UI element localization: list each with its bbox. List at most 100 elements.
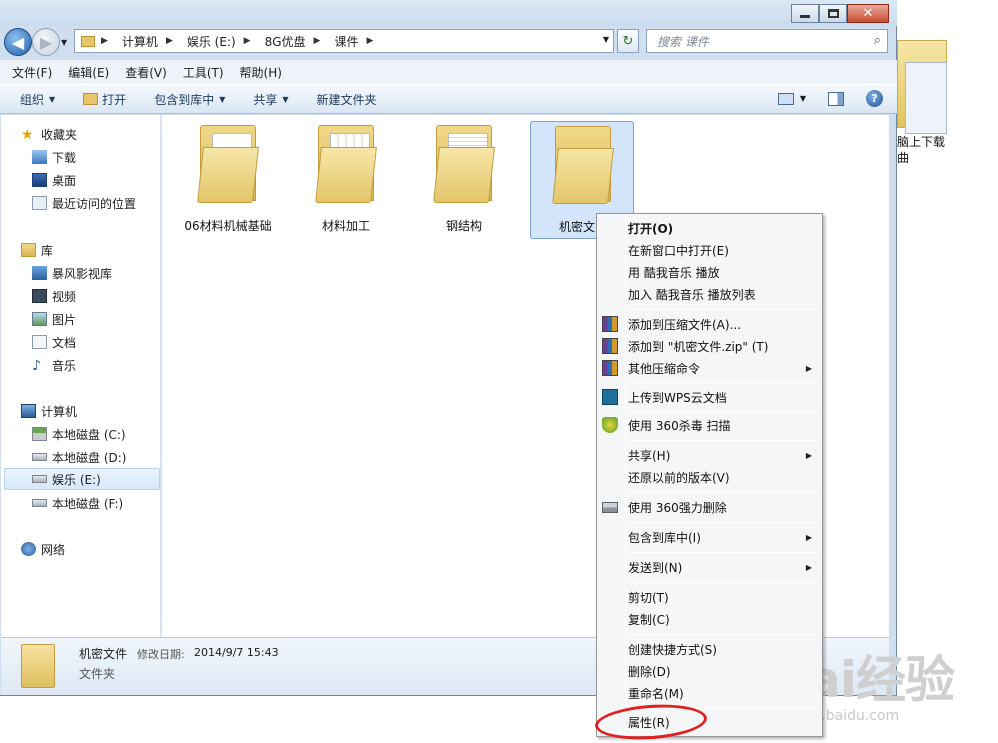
menu-item-copy[interactable]: 复制(C)	[599, 608, 820, 630]
menu-item-360-scan[interactable]: 使用 360杀毒 扫描	[599, 414, 820, 436]
menu-item-rename[interactable]: 重命名(M)	[599, 682, 820, 704]
menu-separator	[629, 309, 817, 310]
change-view-icon[interactable]	[777, 92, 794, 105]
menu-item-delete[interactable]: 删除(D)	[599, 660, 820, 682]
nav-downloads[interactable]: 下载	[32, 146, 160, 168]
breadcrumb-label: 计算机	[121, 34, 158, 49]
nav-label: 下载	[52, 150, 77, 165]
breadcrumb-8g-drive[interactable]: 8G优盘 ▶	[265, 33, 329, 50]
folder-item[interactable]: 材料加工	[294, 121, 398, 239]
submenu-arrow-icon: ▶	[805, 450, 812, 460]
folder-icon	[21, 644, 55, 688]
nav-video-library[interactable]: 暴风影视库	[32, 262, 160, 284]
details-name: 机密文件	[79, 647, 128, 661]
share-button[interactable]: 共享 ▼	[253, 91, 288, 108]
blank-icon	[602, 264, 618, 280]
minimize-icon	[800, 15, 810, 18]
menu-item-label: 剪切(T)	[628, 590, 669, 605]
desktop-shortcut[interactable]: 脑上下载 曲	[897, 40, 998, 170]
nav-videos[interactable]: 视频	[32, 285, 160, 307]
menu-item-wps-cloud[interactable]: 上传到WPS云文档	[599, 386, 820, 408]
submenu-arrow-icon: ▶	[805, 562, 812, 572]
preview-pane-icon[interactable]	[828, 91, 844, 106]
include-in-library-button[interactable]: 包含到库中 ▼	[154, 91, 225, 108]
network-icon	[21, 542, 36, 556]
nav-label: 桌面	[52, 173, 77, 188]
menu-item-share[interactable]: 共享(H) ▶	[599, 444, 820, 466]
nav-network[interactable]: 网络	[21, 538, 160, 560]
maximize-button[interactable]	[819, 4, 847, 23]
title-bar[interactable]: ✕	[0, 0, 897, 26]
nav-drive-e[interactable]: 娱乐 (E:)	[4, 468, 160, 490]
forward-button[interactable]: ▶	[32, 28, 60, 56]
nav-desktop[interactable]: 桌面	[32, 169, 160, 191]
menu-tools[interactable]: 工具(T)	[183, 64, 224, 81]
new-folder-label: 新建文件夹	[316, 92, 377, 107]
breadcrumb-separator-icon: ▶	[313, 36, 321, 46]
search-input[interactable]: 搜索 课件 ⌕	[646, 29, 888, 53]
blank-icon	[602, 663, 618, 679]
menu-item-label: 其他压缩命令	[628, 361, 701, 376]
menu-item-create-shortcut[interactable]: 创建快捷方式(S)	[599, 638, 820, 660]
address-bar[interactable]: ▶ 计算机 ▶ 娱乐 (E:) ▶ 8G优盘 ▶ 课件 ▶ ▼	[74, 29, 614, 53]
open-label: 打开	[102, 92, 127, 107]
menu-item-add-to-zip[interactable]: 添加到 "机密文件.zip" (T)	[599, 335, 820, 357]
nav-label: 计算机	[41, 404, 78, 419]
chevron-down-icon: ▼	[282, 94, 289, 104]
minimize-button[interactable]	[791, 4, 819, 23]
menu-item-add-to-archive[interactable]: 添加到压缩文件(A)...	[599, 313, 820, 335]
menu-edit[interactable]: 编辑(E)	[68, 64, 109, 81]
folder-item[interactable]: 钢结构	[412, 121, 516, 239]
breadcrumb-separator-icon: ▶	[366, 36, 374, 46]
nav-recent-places[interactable]: 最近访问的位置	[32, 192, 160, 214]
nav-computer[interactable]: 计算机	[21, 400, 160, 422]
breadcrumb-drive-e[interactable]: 娱乐 (E:) ▶	[187, 33, 259, 50]
help-icon[interactable]: ?	[866, 90, 883, 107]
menu-item-label: 发送到(N)	[628, 560, 683, 575]
menu-item-send-to[interactable]: 发送到(N) ▶	[599, 556, 820, 578]
menu-item-360-delete[interactable]: 使用 360强力删除	[599, 496, 820, 518]
menu-item-play-kuwo[interactable]: 用 酷我音乐 播放	[599, 261, 820, 283]
winrar-icon	[602, 360, 618, 376]
address-history-dropdown[interactable]: ▼	[603, 35, 609, 44]
menu-separator	[629, 440, 817, 441]
menu-item-open[interactable]: 打开(O)	[599, 217, 820, 239]
context-menu: 打开(O) 在新窗口中打开(E) 用 酷我音乐 播放 加入 酷我音乐 播放列表 …	[596, 213, 823, 737]
nav-favorites[interactable]: ★ 收藏夹	[21, 123, 160, 145]
menu-view[interactable]: 查看(V)	[125, 64, 167, 81]
breadcrumb-computer[interactable]: 计算机 ▶	[122, 33, 181, 50]
blank-icon	[602, 469, 618, 485]
nav-drive-d[interactable]: 本地磁盘 (D:)	[32, 446, 160, 468]
breadcrumb-courseware[interactable]: 课件 ▶	[334, 33, 381, 50]
nav-pictures[interactable]: 图片	[32, 308, 160, 330]
view-options-dropdown[interactable]: ▼	[800, 94, 806, 103]
open-button[interactable]: 打开	[83, 91, 126, 108]
folder-label: 材料加工	[321, 219, 370, 233]
folder-item[interactable]: 06材料机械基础	[176, 121, 280, 239]
new-folder-button[interactable]: 新建文件夹	[317, 91, 377, 108]
nav-drive-c[interactable]: 本地磁盘 (C:)	[32, 423, 160, 445]
menu-help[interactable]: 帮助(H)	[240, 64, 282, 81]
nav-documents[interactable]: 文档	[32, 331, 160, 353]
menu-item-open-new-window[interactable]: 在新窗口中打开(E)	[599, 239, 820, 261]
breadcrumb-root-separator[interactable]: ▶	[101, 36, 116, 46]
back-button[interactable]: ◀	[4, 28, 32, 56]
menu-item-include-library[interactable]: 包含到库中(I) ▶	[599, 526, 820, 548]
close-button[interactable]: ✕	[847, 4, 889, 23]
nav-drive-f[interactable]: 本地磁盘 (F:)	[32, 492, 160, 514]
nav-libraries[interactable]: 库	[21, 239, 160, 261]
organize-button[interactable]: 组织 ▼	[20, 91, 55, 108]
folder-label: 06材料机械基础	[184, 219, 272, 233]
menu-item-other-compress[interactable]: 其他压缩命令 ▶	[599, 357, 820, 379]
details-modified-label: 修改日期:	[137, 648, 185, 661]
refresh-button[interactable]: ↻	[617, 29, 639, 53]
nav-music[interactable]: ♪ 音乐	[32, 354, 160, 376]
menu-item-add-kuwo-playlist[interactable]: 加入 酷我音乐 播放列表	[599, 283, 820, 305]
menu-separator	[629, 492, 817, 493]
search-icon[interactable]: ⌕	[874, 33, 881, 48]
menu-file[interactable]: 文件(F)	[12, 64, 52, 81]
menu-item-cut[interactable]: 剪切(T)	[599, 586, 820, 608]
menu-item-restore-versions[interactable]: 还原以前的版本(V)	[599, 466, 820, 488]
document-thumbnail-icon	[905, 62, 947, 134]
recent-pages-dropdown[interactable]: ▼	[61, 38, 69, 47]
